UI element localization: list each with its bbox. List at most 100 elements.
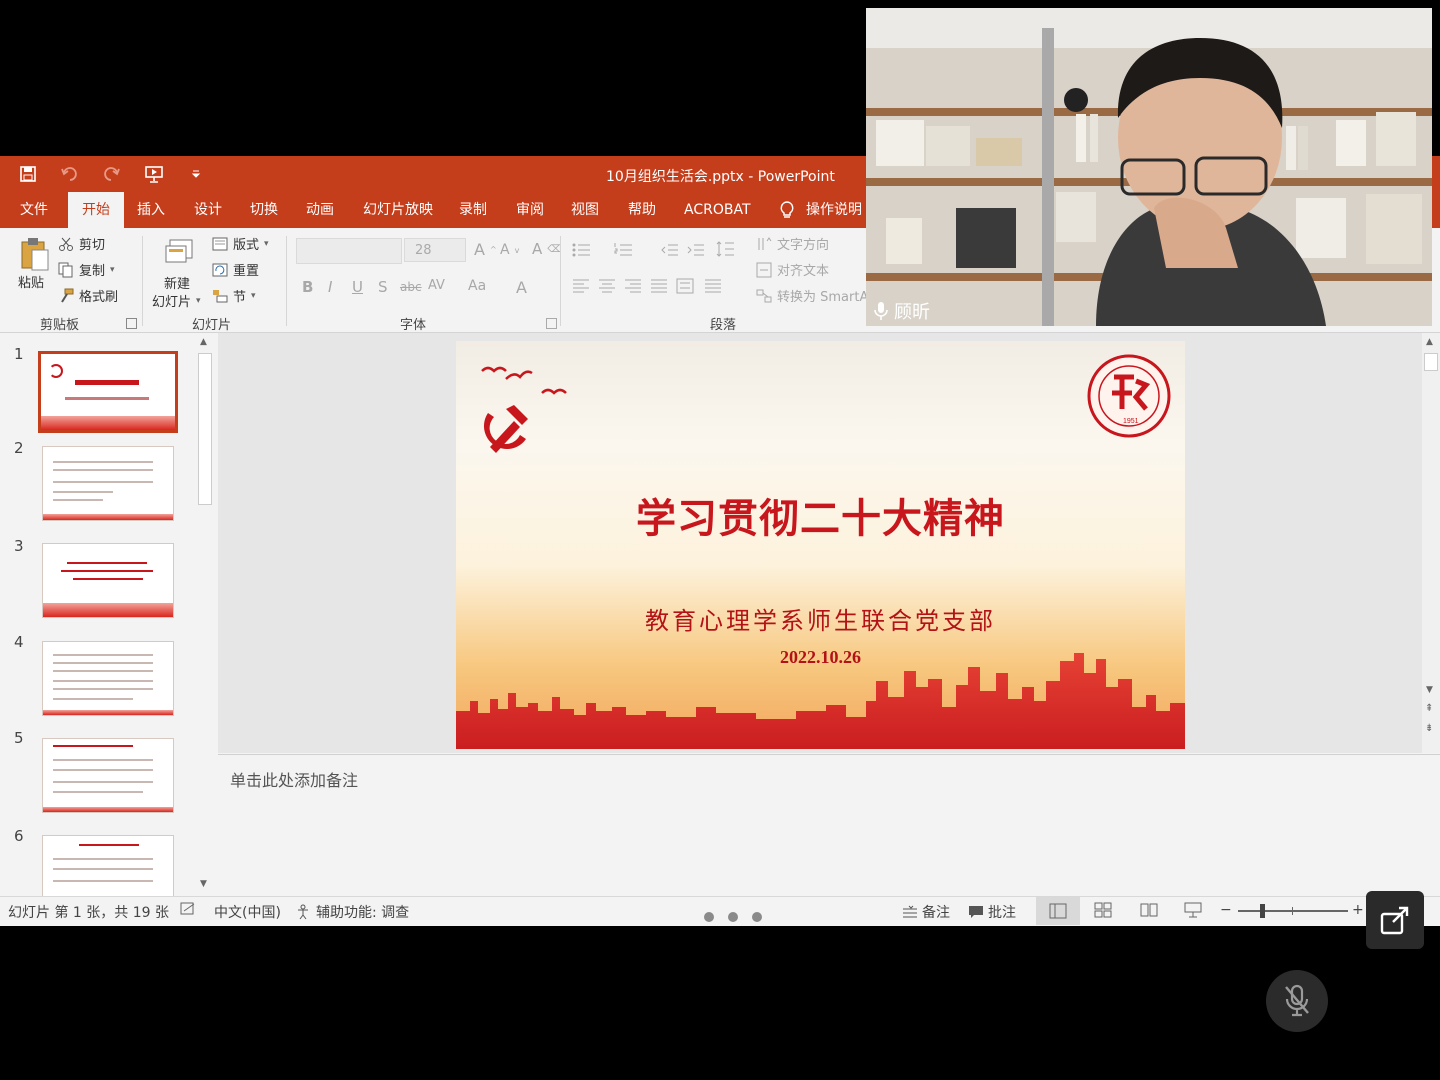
tab-slideshow[interactable]: 幻灯片放映 [363,192,433,228]
tab-insert[interactable]: 插入 [137,192,165,228]
convert-smartart-button[interactable]: 转换为 SmartA [756,286,868,305]
slide-subtitle[interactable]: 教育心理学系师生联合党支部 [456,601,1185,636]
new-slide-icon[interactable] [164,236,194,272]
undo-icon[interactable] [60,164,80,184]
bold-icon[interactable]: B [302,278,313,296]
zoom-in-icon[interactable]: + [1352,902,1364,918]
tab-design[interactable]: 设计 [194,192,222,228]
line-spacing-icon[interactable] [716,240,736,262]
format-painter-button[interactable]: 格式刷 [58,286,118,305]
bullets-icon[interactable] [572,242,592,262]
redo-icon[interactable] [102,164,122,184]
paragraph-group-label: 段落 [710,318,737,333]
reading-view-icon[interactable] [1140,902,1158,918]
increase-indent-icon[interactable] [686,242,706,262]
paste-button[interactable]: 粘贴 [18,272,44,291]
save-icon[interactable] [18,164,38,184]
participant-video-tile[interactable]: 顾昕 [866,8,1432,326]
thumbnail-slide-1[interactable] [38,351,178,433]
tab-help[interactable]: 帮助 [628,192,656,228]
section-button[interactable]: 节 ▾ [212,286,256,305]
scroll-down-icon[interactable]: ▼ [200,879,207,889]
thumbnail-slide-6[interactable] [42,835,174,897]
editor-scrollbar[interactable]: ▲ ▼ ⇞ ⇟ [1422,333,1440,753]
scroll-thumb[interactable] [198,353,212,505]
tab-file[interactable]: 文件 [20,192,48,228]
thumbnail-scrollbar[interactable]: ▲ ▼ [196,333,214,896]
next-slide-icon[interactable]: ⇟ [1425,723,1433,734]
tab-acrobat[interactable]: ACROBAT [684,192,751,228]
mute-microphone-button[interactable] [1266,970,1328,1032]
slideshow-view-icon[interactable] [1184,902,1202,918]
scroll-down-icon[interactable]: ▼ [1426,685,1433,695]
scroll-thumb[interactable] [1424,353,1438,371]
reset-button[interactable]: 重置 [212,260,259,279]
comments-toggle-button[interactable]: 批注 [968,902,1016,922]
tell-me-search[interactable]: 操作说明 [780,192,862,228]
scroll-up-icon[interactable]: ▲ [1426,337,1433,347]
thumbnail-slide-4[interactable] [42,641,174,716]
microphone-icon [874,302,888,320]
tab-record[interactable]: 录制 [459,192,487,228]
notes-toggle-label: 备注 [922,905,950,921]
font-size-box[interactable]: 28 [404,238,466,262]
zoom-out-icon[interactable]: − [1220,902,1232,918]
notes-pane[interactable]: 单击此处添加备注 [218,754,1440,897]
zoom-slider[interactable] [1238,904,1348,918]
customize-toolbar-icon[interactable] [186,164,206,184]
clipboard-launcher-icon[interactable] [126,318,137,329]
tab-review[interactable]: 审阅 [516,192,544,228]
numbering-icon[interactable] [614,242,634,262]
distributed-icon[interactable] [676,278,694,298]
character-spacing-icon[interactable]: AV [428,278,445,293]
tell-me-label: 操作说明 [806,202,862,218]
zoom-slider-thumb[interactable] [1260,904,1265,918]
copy-button[interactable]: 复制 ▾ [58,260,115,279]
change-case-icon[interactable]: Aa [468,278,486,294]
underline-icon[interactable]: U [352,278,363,296]
increase-font-icon[interactable]: A ^ [474,240,497,259]
new-slide-dropdown[interactable]: 幻灯片 ▾ [152,291,201,310]
align-text-button[interactable]: 对齐文本 [756,260,829,279]
previous-slide-icon[interactable]: ⇞ [1425,703,1433,714]
justify-icon[interactable] [650,278,668,298]
spelling-check-icon[interactable] [180,902,196,916]
accessibility-button[interactable]: 辅助功能: 调查 [296,902,409,922]
clear-formatting-icon[interactable]: A ⌫ [532,240,561,258]
align-right-icon[interactable] [624,278,642,298]
slide-sorter-icon[interactable] [1094,902,1112,918]
language-indicator[interactable]: 中文(中国) [214,902,281,922]
tab-home[interactable]: 开始 [68,192,124,228]
tab-transitions[interactable]: 切换 [250,192,278,228]
align-center-icon[interactable] [598,278,616,298]
slide-canvas[interactable]: 1951 学习贯彻二十大精神 教育心理学系师生联合党支部 2022.10.26 [456,341,1185,749]
decrease-indent-icon[interactable] [660,242,680,262]
text-direction-button[interactable]: 文字方向 [756,234,829,253]
scroll-up-icon[interactable]: ▲ [200,337,207,347]
italic-icon[interactable]: I [328,278,332,296]
thumbnail-slide-5[interactable] [42,738,174,813]
new-slide-button[interactable]: 新建 [164,273,190,292]
slide-date[interactable]: 2022.10.26 [456,647,1185,668]
font-color-icon[interactable]: A [516,278,527,297]
tab-animations[interactable]: 动画 [306,192,334,228]
tab-view[interactable]: 视图 [571,192,599,228]
font-name-box[interactable] [296,238,402,264]
normal-view-button[interactable] [1036,897,1080,925]
align-left-icon[interactable] [572,278,590,298]
notes-placeholder[interactable]: 单击此处添加备注 [230,767,358,791]
notes-toggle-button[interactable]: 备注 [902,902,950,922]
thumbnail-slide-2[interactable] [42,446,174,521]
slide-title[interactable]: 学习贯彻二十大精神 [456,486,1185,544]
columns-icon[interactable] [704,278,722,298]
shadow-icon[interactable]: S [378,278,388,296]
font-launcher-icon[interactable] [546,318,557,329]
strikethrough-icon[interactable]: abc [400,280,422,294]
thumbnail-slide-3[interactable] [42,543,174,618]
paste-icon[interactable] [20,236,50,276]
decrease-font-icon[interactable]: Av [500,242,519,258]
cut-button[interactable]: 剪切 [58,234,105,253]
layout-button[interactable]: 版式 ▾ [212,234,269,253]
pip-toggle-button[interactable] [1366,891,1424,949]
present-from-start-icon[interactable] [144,164,164,184]
